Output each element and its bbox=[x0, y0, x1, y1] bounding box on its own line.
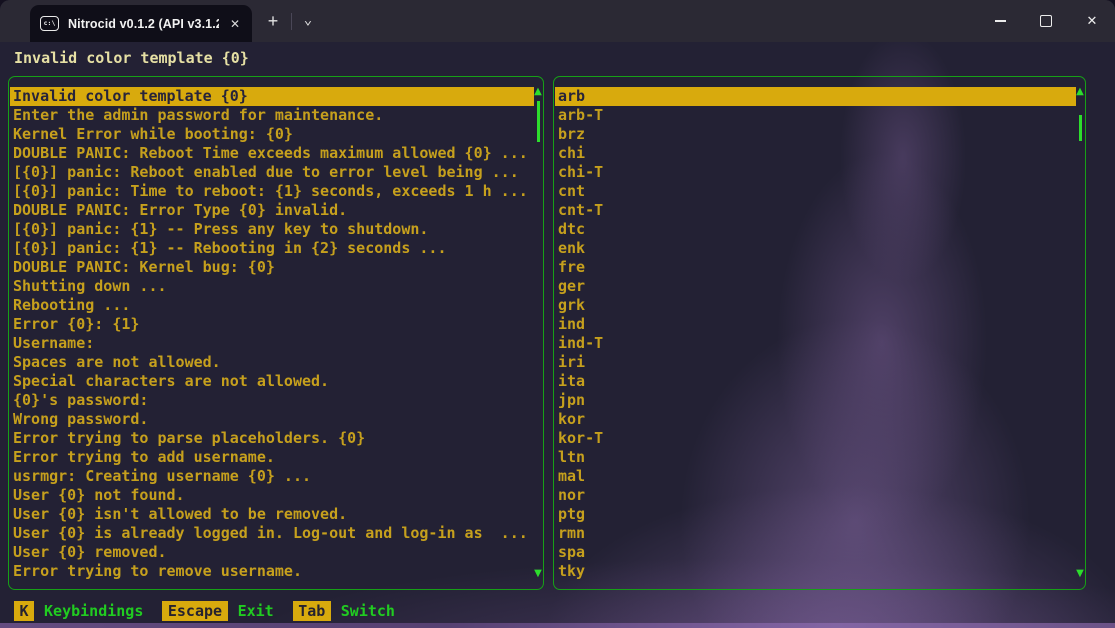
key-action-label: Exit bbox=[238, 602, 274, 620]
list-item[interactable]: DOUBLE PANIC: Error Type {0} invalid. bbox=[10, 201, 534, 220]
key-chip[interactable]: K bbox=[14, 601, 34, 621]
list-item[interactable]: [{0}] panic: Reboot enabled due to error… bbox=[10, 163, 534, 182]
window-titlebar: c:\ Nitrocid v0.1.2 (API v3.1.27.48) ✕ +… bbox=[0, 0, 1115, 42]
list-item[interactable]: {0}'s password: bbox=[10, 391, 534, 410]
key-action-label: Keybindings bbox=[44, 602, 143, 620]
tab-dropdown-button[interactable]: ⌄ bbox=[295, 8, 321, 36]
list-item[interactable]: Shutting down ... bbox=[10, 277, 534, 296]
bottom-glow-strip bbox=[0, 623, 1115, 628]
list-item[interactable]: kor bbox=[555, 410, 1076, 429]
list-item[interactable]: usrmgr: Creating username {0} ... bbox=[10, 467, 534, 486]
list-item[interactable]: brz bbox=[555, 125, 1076, 144]
close-icon: ✕ bbox=[1087, 14, 1098, 29]
key-chip[interactable]: Tab bbox=[293, 601, 331, 621]
list-item[interactable]: jpn bbox=[555, 391, 1076, 410]
list-item[interactable]: [{0}] panic: {1} -- Rebooting in {2} sec… bbox=[10, 239, 534, 258]
list-item[interactable]: chi-T bbox=[555, 163, 1076, 182]
list-item[interactable]: dtc bbox=[555, 220, 1076, 239]
list-item[interactable]: [{0}] panic: {1} -- Press any key to shu… bbox=[10, 220, 534, 239]
scroll-up-icon[interactable]: ▲ bbox=[1075, 87, 1085, 97]
list-item[interactable]: Username: bbox=[10, 334, 534, 353]
list-item[interactable]: Kernel Error while booting: {0} bbox=[10, 125, 534, 144]
list-item[interactable]: cnt-T bbox=[555, 201, 1076, 220]
list-item[interactable]: tky bbox=[555, 562, 1076, 581]
plus-icon: + bbox=[268, 11, 279, 31]
list-item[interactable]: Rebooting ... bbox=[10, 296, 534, 315]
languages-list: arbarb-Tbrzchichi-Tcntcnt-Tdtcenkfregerg… bbox=[555, 87, 1076, 581]
key-action-label: Switch bbox=[341, 602, 395, 620]
list-item[interactable]: chi bbox=[555, 144, 1076, 163]
list-item[interactable]: enk bbox=[555, 239, 1076, 258]
terminal-icon: c:\ bbox=[40, 16, 59, 31]
list-item[interactable]: Special characters are not allowed. bbox=[10, 372, 534, 391]
minimize-button[interactable] bbox=[977, 0, 1023, 42]
list-item[interactable]: ptg bbox=[555, 505, 1076, 524]
page-title: Invalid color template {0} bbox=[14, 49, 249, 67]
scrollbar-thumb[interactable] bbox=[1079, 115, 1082, 141]
languages-list-panel: arbarb-Tbrzchichi-Tcntcnt-Tdtcenkfregerg… bbox=[553, 76, 1086, 590]
list-item[interactable]: ita bbox=[555, 372, 1076, 391]
tabbar-divider bbox=[291, 13, 292, 30]
terminal-tab[interactable]: c:\ Nitrocid v0.1.2 (API v3.1.27.48) ✕ bbox=[30, 5, 252, 42]
keybinding-hint: Tab Switch bbox=[293, 601, 395, 621]
scroll-down-icon[interactable]: ▼ bbox=[533, 569, 543, 579]
keybinding-hint: Escape Exit bbox=[162, 601, 273, 621]
terminal-screen: Invalid color template {0} Invalid color… bbox=[0, 42, 1115, 628]
list-item[interactable]: User {0} is already logged in. Log-out a… bbox=[10, 524, 534, 543]
list-item[interactable]: kor-T bbox=[555, 429, 1076, 448]
tab-close-icon[interactable]: ✕ bbox=[228, 17, 242, 31]
list-item[interactable]: Error trying to remove username. bbox=[10, 562, 534, 581]
list-item[interactable]: arb-T bbox=[555, 106, 1076, 125]
scrollbar-thumb[interactable] bbox=[537, 101, 540, 142]
list-item[interactable]: User {0} removed. bbox=[10, 543, 534, 562]
list-item[interactable]: DOUBLE PANIC: Reboot Time exceeds maximu… bbox=[10, 144, 534, 163]
list-item[interactable]: Invalid color template {0} bbox=[10, 87, 534, 106]
chevron-down-icon: ⌄ bbox=[304, 12, 312, 28]
scroll-up-icon[interactable]: ▲ bbox=[533, 87, 543, 97]
new-tab-button[interactable]: + bbox=[258, 8, 288, 36]
list-item[interactable]: Error {0}: {1} bbox=[10, 315, 534, 334]
languages-scrollbar: ▲ ▼ bbox=[1075, 86, 1085, 580]
list-item[interactable]: ind-T bbox=[555, 334, 1076, 353]
list-item[interactable]: nor bbox=[555, 486, 1076, 505]
key-chip[interactable]: Escape bbox=[162, 601, 227, 621]
list-item[interactable]: Wrong password. bbox=[10, 410, 534, 429]
maximize-icon bbox=[1040, 15, 1052, 27]
list-item[interactable]: arb bbox=[555, 87, 1076, 106]
tab-title: Nitrocid v0.1.2 (API v3.1.27.48) bbox=[68, 17, 219, 31]
strings-scrollbar: ▲ ▼ bbox=[533, 86, 543, 580]
list-item[interactable]: ger bbox=[555, 277, 1076, 296]
minimize-icon bbox=[995, 20, 1006, 22]
list-item[interactable]: mal bbox=[555, 467, 1076, 486]
list-item[interactable]: iri bbox=[555, 353, 1076, 372]
strings-list-panel: Invalid color template {0}Enter the admi… bbox=[8, 76, 544, 590]
terminal-window: c:\ Nitrocid v0.1.2 (API v3.1.27.48) ✕ +… bbox=[0, 0, 1115, 628]
status-bar: K Keybindings Escape Exit Tab Switch bbox=[14, 601, 414, 621]
list-item[interactable]: Error trying to add username. bbox=[10, 448, 534, 467]
keybinding-hint: K Keybindings bbox=[14, 601, 143, 621]
list-item[interactable]: fre bbox=[555, 258, 1076, 277]
list-item[interactable]: [{0}] panic: Time to reboot: {1} seconds… bbox=[10, 182, 534, 201]
close-button[interactable]: ✕ bbox=[1069, 0, 1115, 42]
list-item[interactable]: cnt bbox=[555, 182, 1076, 201]
list-item[interactable]: Error trying to parse placeholders. {0} bbox=[10, 429, 534, 448]
maximize-button[interactable] bbox=[1023, 0, 1069, 42]
list-item[interactable]: DOUBLE PANIC: Kernel bug: {0} bbox=[10, 258, 534, 277]
list-item[interactable]: rmn bbox=[555, 524, 1076, 543]
list-item[interactable]: spa bbox=[555, 543, 1076, 562]
scroll-down-icon[interactable]: ▼ bbox=[1075, 569, 1085, 579]
list-item[interactable]: Spaces are not allowed. bbox=[10, 353, 534, 372]
list-item[interactable]: Enter the admin password for maintenance… bbox=[10, 106, 534, 125]
strings-list: Invalid color template {0}Enter the admi… bbox=[10, 87, 534, 581]
list-item[interactable]: ltn bbox=[555, 448, 1076, 467]
list-item[interactable]: ind bbox=[555, 315, 1076, 334]
list-item[interactable]: User {0} not found. bbox=[10, 486, 534, 505]
window-controls: ✕ bbox=[977, 0, 1115, 42]
list-item[interactable]: grk bbox=[555, 296, 1076, 315]
list-item[interactable]: User {0} isn't allowed to be removed. bbox=[10, 505, 534, 524]
